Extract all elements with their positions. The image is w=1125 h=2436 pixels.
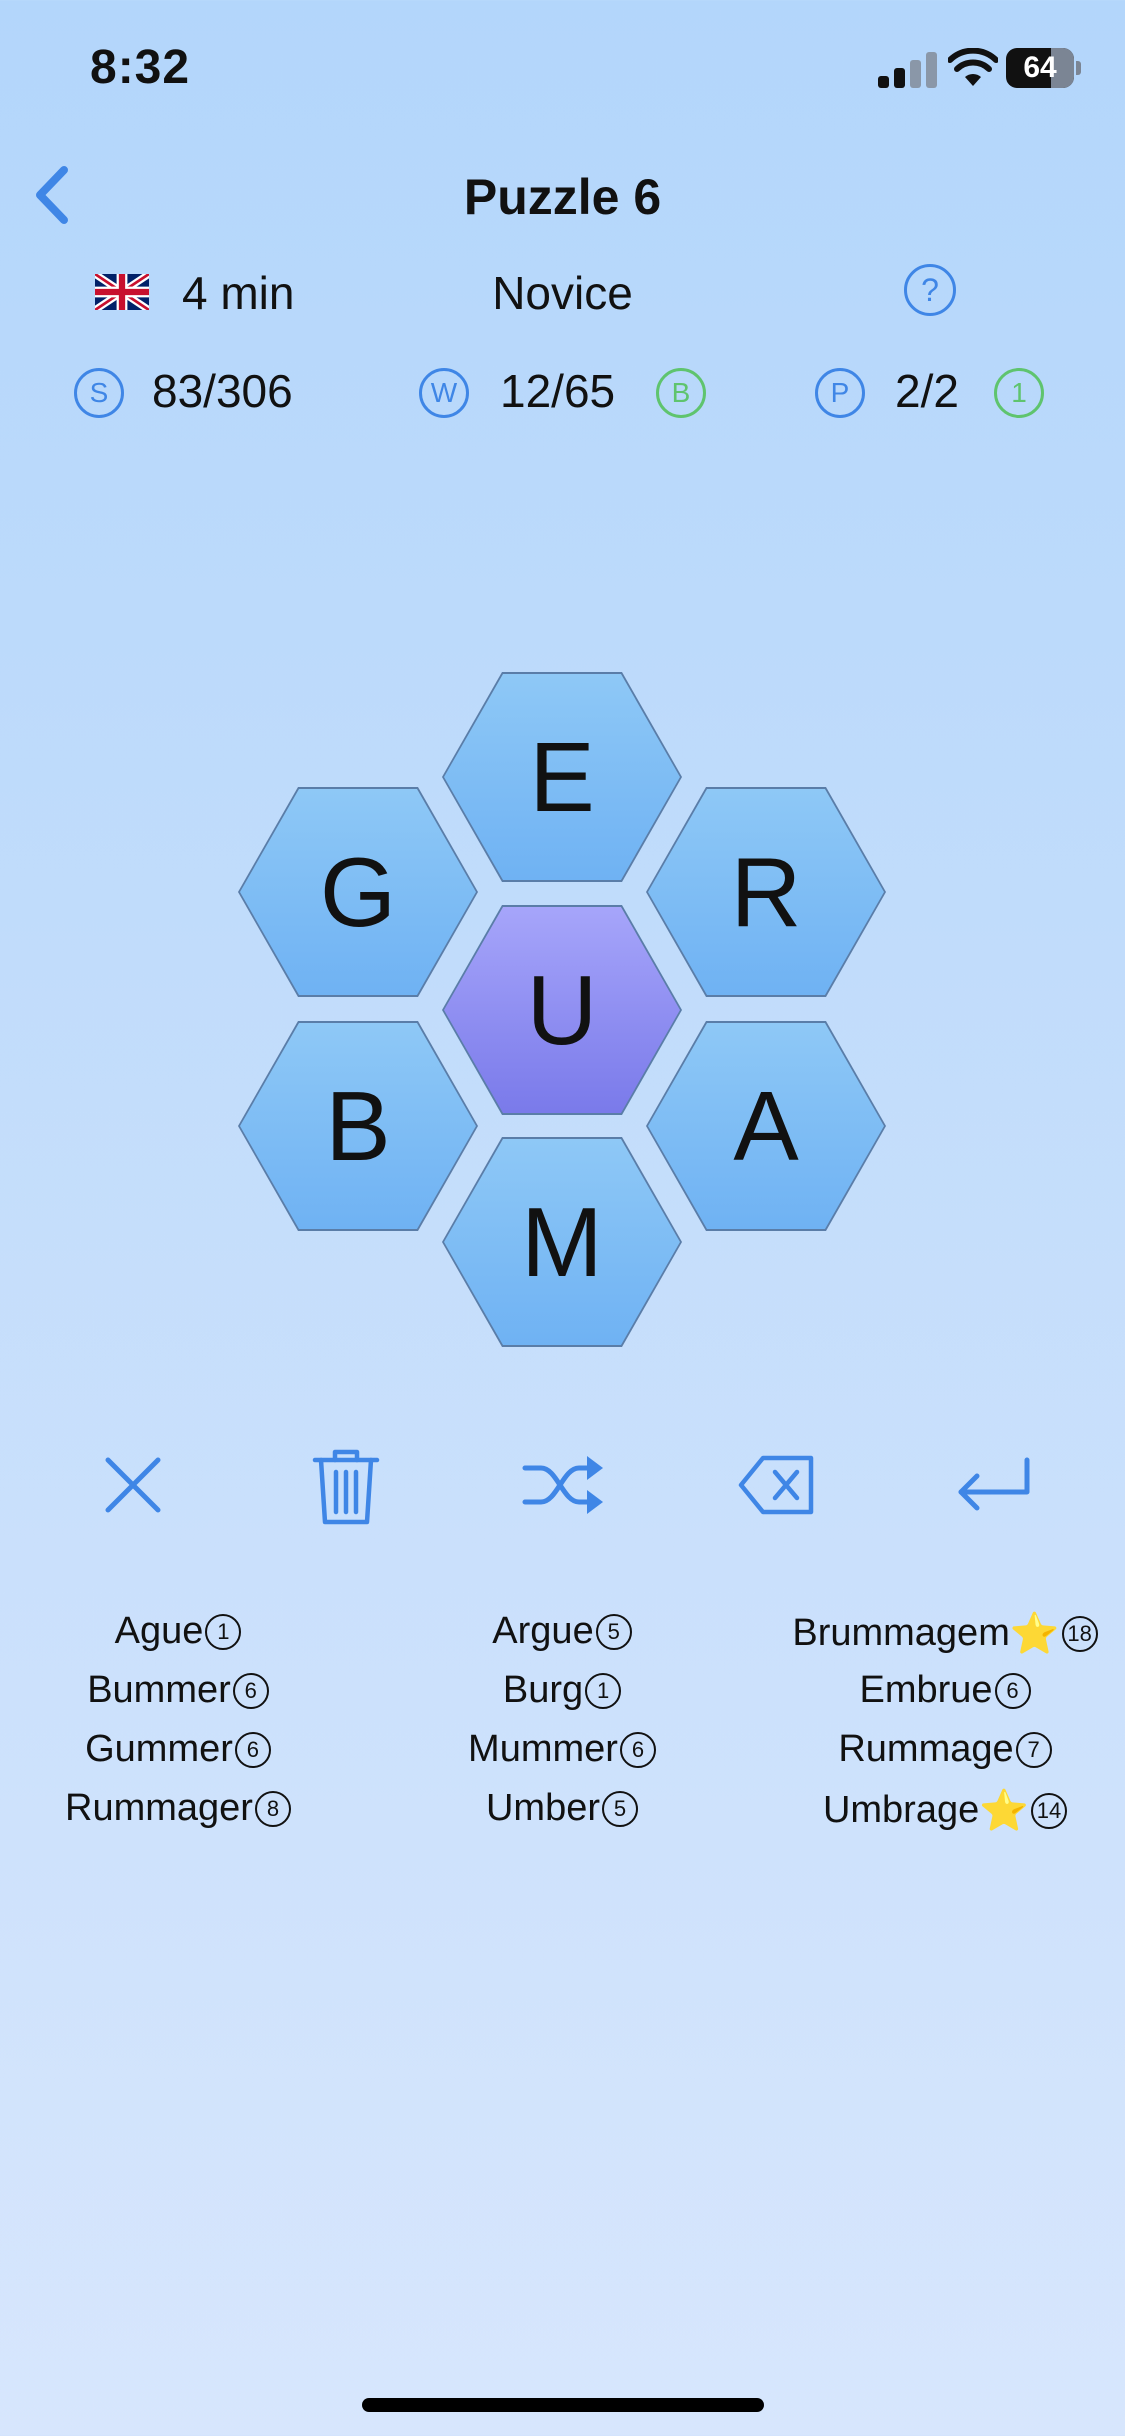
found-word-text: Gummer [85, 1728, 233, 1770]
found-word-text: Ague [114, 1610, 204, 1652]
letter-tile-upper-right[interactable]: R [646, 787, 886, 997]
word-points-badge: 5 [602, 1791, 639, 1827]
shuffle-icon[interactable] [517, 1440, 607, 1530]
battery-icon: 64 [1006, 48, 1081, 88]
found-word-item: Mummer 6 [362, 1728, 762, 1771]
pangrams-icon: P [815, 368, 865, 418]
pangrams-badge[interactable]: 1 [994, 368, 1044, 418]
found-word-item: Brummagem⭐ 18 [745, 1610, 1125, 1657]
letter-tile-top[interactable]: E [442, 672, 682, 882]
letter-tile-lower-right[interactable]: A [646, 1021, 886, 1231]
found-word-text: Umber [485, 1787, 601, 1829]
star-icon: ⭐ [1009, 1612, 1060, 1656]
word-points-badge: 6 [619, 1732, 656, 1768]
home-indicator[interactable] [362, 2398, 764, 2412]
word-points-badge: 6 [234, 1732, 271, 1768]
found-word-item: Ague 1 [0, 1610, 378, 1653]
word-points-badge: 18 [1061, 1616, 1098, 1652]
delete-backspace-icon[interactable] [733, 1440, 823, 1530]
battery-level: 64 [1023, 51, 1057, 84]
difficulty-level: Novice [492, 267, 633, 319]
score-icon: S [74, 368, 124, 418]
word-points-badge: 6 [232, 1673, 269, 1709]
found-word-item: Embrue 6 [745, 1669, 1125, 1712]
found-word-text: Rummage [838, 1728, 1014, 1770]
enter-return-icon[interactable] [947, 1440, 1037, 1530]
word-points-badge: 1 [585, 1673, 622, 1709]
status-time: 8:32 [90, 41, 191, 94]
found-word-item: Argue 5 [362, 1610, 762, 1653]
found-word-item: Umber 5 [362, 1787, 762, 1830]
word-points-badge: 6 [994, 1673, 1031, 1709]
letter-top: E [444, 674, 680, 880]
word-points-badge: 7 [1015, 1732, 1052, 1768]
found-word-text: Mummer [468, 1728, 618, 1770]
word-points-badge: 5 [595, 1614, 632, 1650]
help-icon[interactable]: ? [904, 264, 956, 316]
info-row: 4 min Novice ? [0, 262, 1125, 322]
letter-tile-lower-left[interactable]: B [238, 1021, 478, 1231]
found-word-item: Bummer 6 [0, 1669, 378, 1712]
letter-upper-left: G [240, 789, 476, 995]
found-word-text: Bummer [87, 1669, 231, 1711]
pangrams-value: 2/2 [895, 365, 959, 417]
found-word-text: Umbrage [822, 1789, 980, 1831]
letter-tile-center[interactable]: U [442, 905, 682, 1115]
stats-row: S 83/306 W 12/65 B P 2/2 1 [0, 362, 1125, 422]
trash-icon[interactable] [301, 1440, 391, 1530]
word-points-badge: 8 [254, 1791, 291, 1827]
words-badge[interactable]: B [656, 368, 706, 418]
letter-center: U [444, 907, 680, 1113]
cellular-signal-icon [878, 52, 938, 88]
letter-bottom: M [444, 1139, 680, 1345]
words-icon: W [419, 368, 469, 418]
found-word-item: Rummager 8 [0, 1787, 378, 1830]
clear-x-icon[interactable] [88, 1440, 178, 1530]
letter-upper-right: R [648, 789, 884, 995]
wifi-icon [948, 48, 998, 86]
found-word-text: Brummagem [792, 1612, 1010, 1654]
found-word-item: Gummer 6 [0, 1728, 378, 1771]
score-value: 83/306 [152, 365, 293, 417]
letter-tile-bottom[interactable]: M [442, 1137, 682, 1347]
found-word-text: Argue [492, 1610, 594, 1652]
word-points-badge: 1 [205, 1614, 242, 1650]
found-word-text: Rummager [65, 1787, 253, 1829]
letter-lower-left: B [240, 1023, 476, 1229]
found-word-text: Burg [502, 1669, 584, 1711]
found-word-item: Umbrage⭐ 14 [745, 1787, 1125, 1834]
words-value: 12/65 [500, 365, 616, 417]
found-word-item: Rummage 7 [745, 1728, 1125, 1771]
star-icon: ⭐ [979, 1789, 1030, 1833]
status-bar: 8:32 64 [0, 0, 1125, 140]
page-title: Puzzle 6 [463, 169, 662, 225]
word-points-badge: 14 [1031, 1793, 1068, 1829]
letter-tile-upper-left[interactable]: G [238, 787, 478, 997]
letter-lower-right: A [648, 1023, 884, 1229]
found-word-item: Burg 1 [362, 1669, 762, 1712]
found-word-text: Embrue [859, 1669, 993, 1711]
